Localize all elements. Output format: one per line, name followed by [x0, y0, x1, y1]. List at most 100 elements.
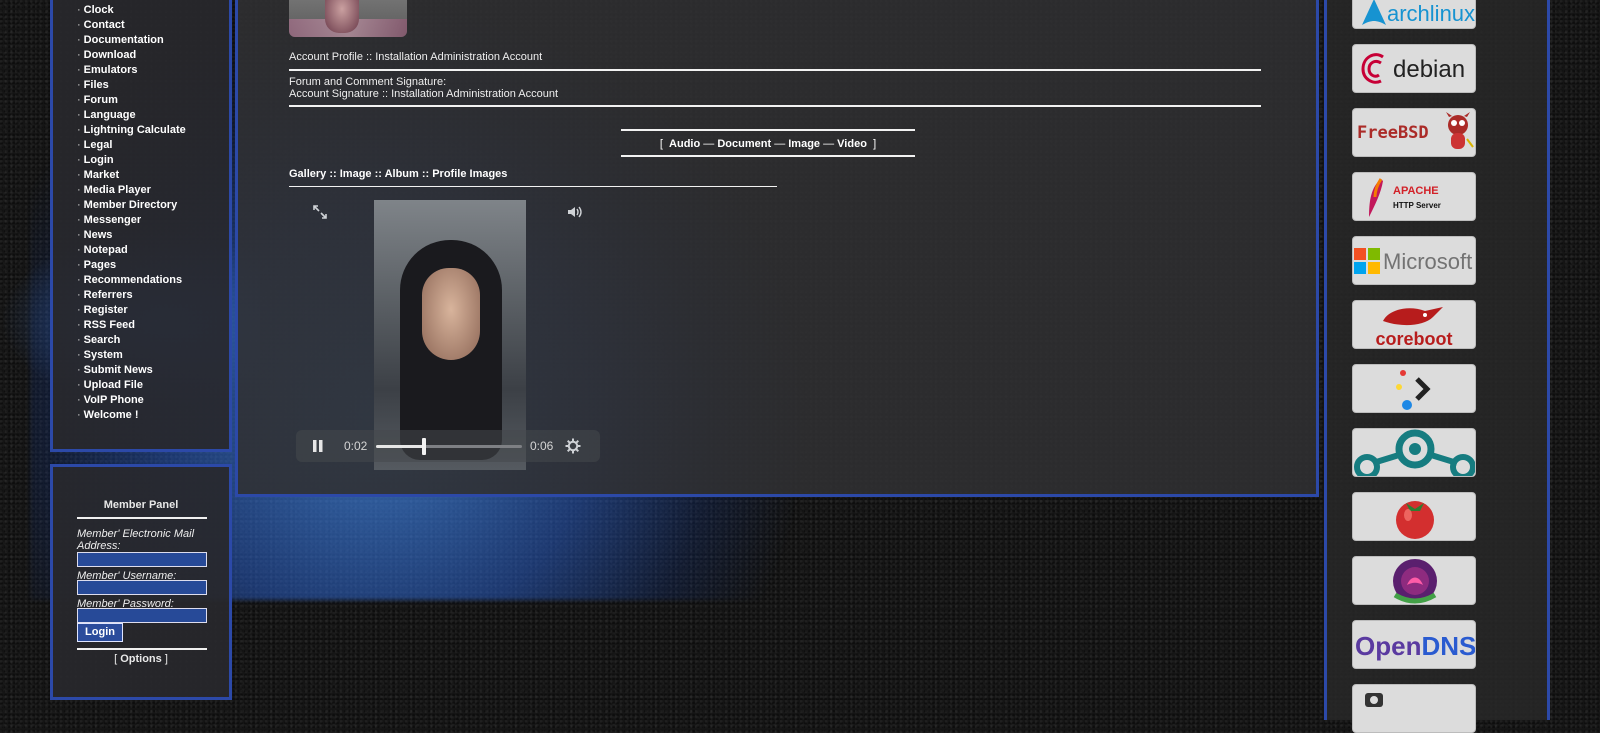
- bullet: ·: [77, 229, 81, 241]
- menu-item-label[interactable]: Referrers: [84, 289, 133, 301]
- menu-item-notepad[interactable]: · Notepad: [77, 243, 229, 258]
- menu-item-upload-file[interactable]: · Upload File: [77, 378, 229, 393]
- apache-badge[interactable]: APACHE HTTP Server: [1352, 172, 1476, 221]
- gallery-breadcrumb[interactable]: Gallery :: Image :: Album :: Profile Ima…: [289, 168, 507, 180]
- bullet: ·: [77, 139, 81, 151]
- email-field[interactable]: [77, 552, 207, 567]
- menu-item-label[interactable]: Contact: [84, 19, 125, 31]
- bullet: ·: [77, 109, 81, 121]
- terminal-arrow-badge[interactable]: [1352, 364, 1476, 413]
- menu-item-clock[interactable]: · Clock: [77, 3, 229, 18]
- lineageos-badge[interactable]: [1352, 428, 1476, 477]
- options-link[interactable]: Options: [120, 653, 162, 665]
- camera-icon: [1365, 693, 1383, 707]
- menu-item-label[interactable]: Pages: [84, 259, 116, 271]
- opendns-badge[interactable]: OpenDNS: [1352, 620, 1476, 669]
- menu-item-pages[interactable]: · Pages: [77, 258, 229, 273]
- menu-item-download[interactable]: · Download: [77, 48, 229, 63]
- archlinux-badge[interactable]: archlinux: [1352, 0, 1476, 29]
- bullet: ·: [77, 244, 81, 256]
- menu-item-legal[interactable]: · Legal: [77, 138, 229, 153]
- signature-text: Account Signature :: Installation Admini…: [289, 88, 559, 100]
- coreboot-badge[interactable]: coreboot: [1352, 300, 1476, 349]
- menu-item-member-directory[interactable]: · Member Directory: [77, 198, 229, 213]
- nav-video-link[interactable]: Video: [837, 138, 867, 150]
- menu-item-label[interactable]: System: [84, 349, 123, 361]
- menu-item-forum[interactable]: · Forum: [77, 93, 229, 108]
- debian-badge[interactable]: debian: [1352, 44, 1476, 93]
- menu-item-label[interactable]: Language: [84, 109, 136, 121]
- menu-item-label[interactable]: Recommendations: [84, 274, 182, 286]
- bracket-open: [: [114, 653, 118, 665]
- menu-item-label[interactable]: Emulators: [84, 64, 138, 76]
- menu-item-label[interactable]: Files: [84, 79, 109, 91]
- menu-item-referrers[interactable]: · Referrers: [77, 288, 229, 303]
- menu-item-label[interactable]: Upload File: [84, 379, 143, 391]
- seek-bar[interactable]: [376, 438, 522, 455]
- menu-item-welcome[interactable]: · Welcome !: [77, 408, 229, 423]
- menu-item-label[interactable]: Market: [84, 169, 119, 181]
- menu-item-emulators[interactable]: · Emulators: [77, 63, 229, 78]
- profile-thumbnail[interactable]: [289, 0, 407, 37]
- menu-item-label[interactable]: Clock: [84, 4, 114, 16]
- menu-item-label[interactable]: Forum: [84, 94, 118, 106]
- bullet: ·: [77, 289, 81, 301]
- menu-item-label[interactable]: Register: [84, 304, 128, 316]
- menu-item-files[interactable]: · Files: [77, 78, 229, 93]
- menu-item-label[interactable]: Search: [84, 334, 121, 346]
- menu-item-label[interactable]: Notepad: [84, 244, 128, 256]
- menu-item-voip-phone[interactable]: · VoIP Phone: [77, 393, 229, 408]
- main-menu-panel: · Clock · Contact · Documentation · Download · Em…: [50, 0, 232, 452]
- menu-item-label[interactable]: RSS Feed: [84, 319, 135, 331]
- gear-icon[interactable]: [565, 438, 581, 457]
- lotus-badge[interactable]: [1352, 556, 1476, 605]
- microsoft-badge[interactable]: Microsoft: [1352, 236, 1476, 285]
- menu-item-media-player[interactable]: · Media Player: [77, 183, 229, 198]
- volume-icon[interactable]: [566, 204, 584, 223]
- menu-item-lightning-calculate[interactable]: · Lightning Calculate: [77, 123, 229, 138]
- menu-item-language[interactable]: · Language: [77, 108, 229, 123]
- login-button[interactable]: Login: [77, 623, 123, 642]
- menu-item-label[interactable]: Login: [84, 154, 114, 166]
- bullet: ·: [77, 319, 81, 331]
- menu-item-contact[interactable]: · Contact: [77, 18, 229, 33]
- password-field[interactable]: [77, 608, 207, 623]
- partial-badge[interactable]: [1352, 684, 1476, 733]
- freebsd-badge[interactable]: FreeBSD: [1352, 108, 1476, 157]
- coreboot-rabbit-icon: [1383, 307, 1443, 326]
- nav-image-link[interactable]: Image: [788, 138, 820, 150]
- menu-item-label[interactable]: VoIP Phone: [84, 394, 144, 406]
- username-field[interactable]: [77, 580, 207, 595]
- menu-item-login[interactable]: · Login: [77, 153, 229, 168]
- expand-icon[interactable]: [312, 204, 328, 223]
- menu-item-register[interactable]: · Register: [77, 303, 229, 318]
- video-player[interactable]: 0:02 0:06: [296, 200, 600, 470]
- menu-item-label[interactable]: Legal: [84, 139, 113, 151]
- tomato-badge[interactable]: [1352, 492, 1476, 541]
- menu-item-label[interactable]: Documentation: [84, 34, 164, 46]
- nav-document-link[interactable]: Document: [717, 138, 771, 150]
- menu-item-recommendations[interactable]: · Recommendations: [77, 273, 229, 288]
- menu-item-label[interactable]: Member Directory: [84, 199, 178, 211]
- menu-item-label[interactable]: Submit News: [84, 364, 153, 376]
- pause-icon[interactable]: [312, 439, 324, 456]
- menu-item-label[interactable]: Lightning Calculate: [84, 124, 186, 136]
- bullet: ·: [77, 154, 81, 166]
- menu-item-system[interactable]: · System: [77, 348, 229, 363]
- menu-item-news[interactable]: · News: [77, 228, 229, 243]
- menu-item-documentation[interactable]: · Documentation: [77, 33, 229, 48]
- email-label: Member' Electronic Mail Address:: [77, 528, 195, 552]
- divider: [621, 155, 915, 157]
- seek-handle[interactable]: [422, 438, 427, 455]
- menu-item-market[interactable]: · Market: [77, 168, 229, 183]
- menu-item-submit-news[interactable]: · Submit News: [77, 363, 229, 378]
- menu-item-label[interactable]: Messenger: [84, 214, 141, 226]
- menu-item-rss-feed[interactable]: · RSS Feed: [77, 318, 229, 333]
- menu-item-messenger[interactable]: · Messenger: [77, 213, 229, 228]
- menu-item-label[interactable]: Media Player: [84, 184, 151, 196]
- menu-item-label[interactable]: News: [84, 229, 113, 241]
- menu-item-label[interactable]: Welcome !: [84, 409, 139, 421]
- menu-item-label[interactable]: Download: [84, 49, 137, 61]
- menu-item-search[interactable]: · Search: [77, 333, 229, 348]
- nav-audio-link[interactable]: Audio: [669, 138, 700, 150]
